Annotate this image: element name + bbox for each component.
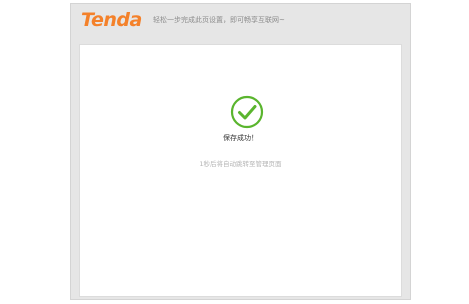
content-panel: 保存成功！ 1秒后将自动跳转至管理页面 [79, 44, 402, 297]
redirect-note: 1秒后将自动跳转至管理页面 [199, 160, 282, 168]
setup-window: Tenda 轻松一步完成此页设置，即可畅享互联网~ 保存成功！ 1秒后将自动跳转… [70, 3, 411, 300]
page-header: Tenda 轻松一步完成此页设置，即可畅享互联网~ [71, 4, 410, 44]
save-success-message: 保存成功！ [223, 134, 258, 142]
header-slogan: 轻松一步完成此页设置，即可畅享互联网~ [153, 16, 285, 24]
tenda-logo: Tenda [81, 9, 142, 31]
check-circle-icon [230, 95, 264, 129]
